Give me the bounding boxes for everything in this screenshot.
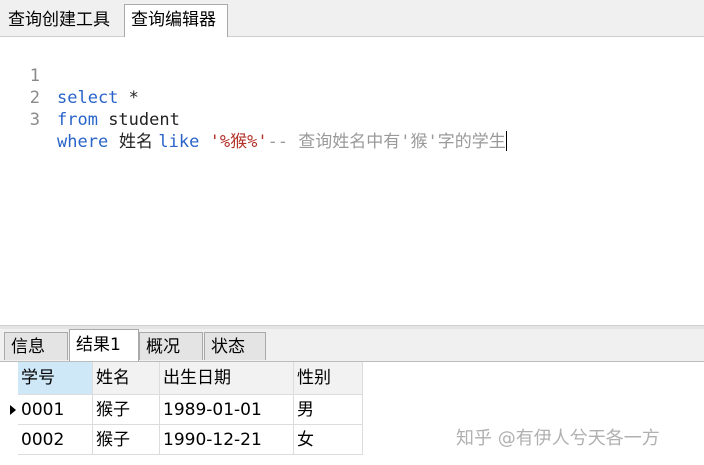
tab-profile[interactable]: 概况: [139, 332, 203, 360]
table-cell[interactable]: 1990-12-21: [160, 425, 294, 455]
table-cell[interactable]: 0001: [18, 395, 93, 425]
table-name: student: [97, 110, 180, 130]
line-number: 3: [29, 110, 40, 130]
column-header-id[interactable]: 学号: [18, 362, 93, 395]
current-row-arrow-icon: [10, 405, 16, 415]
keyword-like: like: [158, 132, 200, 152]
text-cursor: [505, 131, 507, 151]
code-line-3: 3 where 姓名 like '%猴%'-- 查询姓名中有'猴'字的学生: [0, 87, 704, 152]
table-cell[interactable]: 猴子: [93, 425, 160, 455]
table-cell[interactable]: 男: [294, 395, 363, 425]
code-line-2: 2 from student: [0, 65, 704, 130]
column-header-name[interactable]: 姓名: [93, 362, 160, 395]
column-header-gender[interactable]: 性别: [294, 362, 363, 395]
tab-query-builder[interactable]: 查询创建工具: [2, 6, 122, 35]
top-tab-bar: 查询创建工具 查询编辑器: [0, 0, 704, 37]
column-header-birthdate[interactable]: 出生日期: [160, 362, 294, 395]
tab-query-editor[interactable]: 查询编辑器: [124, 4, 228, 37]
result-tab-bar: 信息 结果1 概况 状态: [0, 329, 704, 362]
row-indicator[interactable]: [0, 395, 18, 425]
keyword-from: from: [57, 110, 98, 130]
row-indicator[interactable]: [0, 425, 18, 455]
code-line-1: 1 select *: [0, 43, 704, 108]
table-cell[interactable]: 猴子: [93, 395, 160, 425]
app-window: 查询创建工具 查询编辑器 1 select * 2 from student 3…: [0, 0, 704, 465]
column-name: 姓名: [108, 132, 159, 152]
table-cell[interactable]: 女: [294, 425, 363, 455]
keyword-where: where: [57, 132, 109, 152]
tab-status[interactable]: 状态: [204, 332, 266, 360]
tab-result1[interactable]: 结果1: [69, 329, 139, 361]
string-literal: '%猴%': [209, 132, 268, 152]
header-corner: [0, 362, 18, 395]
code-text: where 姓名 like '%猴%'-- 查询姓名中有'猴'字的学生: [57, 131, 507, 153]
sql-editor[interactable]: 1 select * 2 from student 3 where 姓名 lik…: [0, 37, 704, 325]
watermark: 知乎 @有伊人兮天各一方: [456, 428, 660, 449]
tab-info[interactable]: 信息: [4, 332, 68, 360]
table-cell[interactable]: 0002: [18, 425, 93, 455]
table-cell[interactable]: 1989-01-01: [160, 395, 294, 425]
code-text: from student: [57, 109, 180, 131]
sql-comment: -- 查询姓名中有'猴'字的学生: [267, 132, 506, 152]
